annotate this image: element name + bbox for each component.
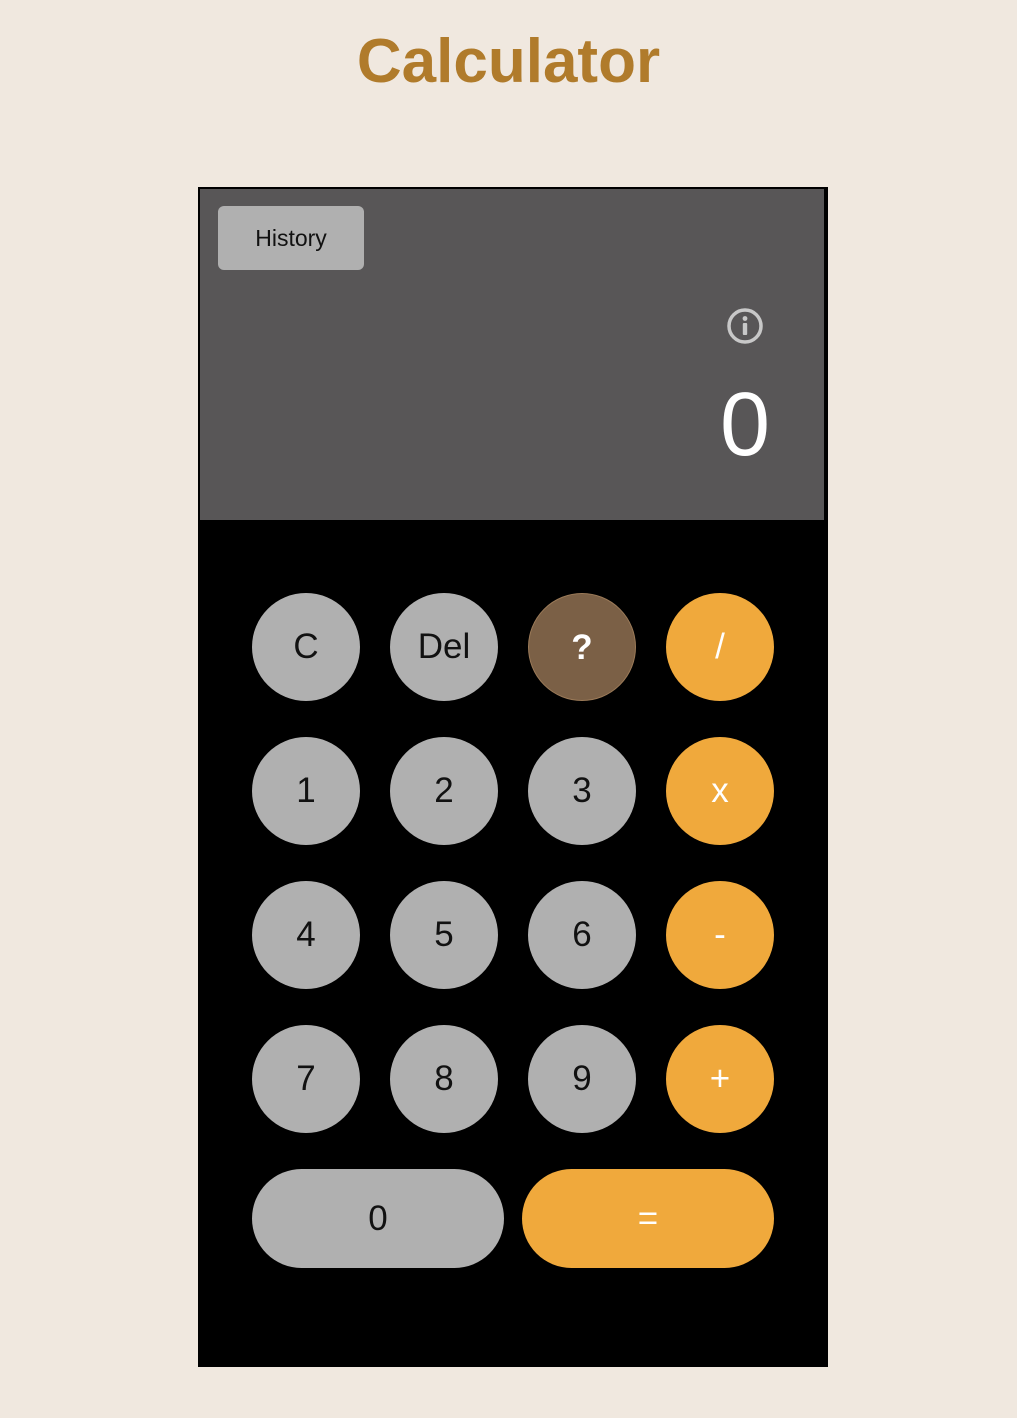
- digit-2-button[interactable]: 2: [390, 737, 498, 845]
- clear-button[interactable]: C: [252, 593, 360, 701]
- delete-button[interactable]: Del: [390, 593, 498, 701]
- digit-5-button[interactable]: 5: [390, 881, 498, 989]
- digit-7-button[interactable]: 7: [252, 1025, 360, 1133]
- display-value: 0: [719, 375, 770, 475]
- subtract-button[interactable]: -: [666, 881, 774, 989]
- calculator: History 0 C Del ? / 1 2 3 x 4 5 6 - 7 8 …: [198, 187, 828, 1367]
- equals-button[interactable]: =: [522, 1169, 774, 1268]
- digit-9-button[interactable]: 9: [528, 1025, 636, 1133]
- help-button[interactable]: ?: [528, 593, 636, 701]
- divide-button[interactable]: /: [666, 593, 774, 701]
- history-button[interactable]: History: [218, 206, 364, 270]
- digit-6-button[interactable]: 6: [528, 881, 636, 989]
- page-title: Calculator: [356, 27, 661, 96]
- digit-1-button[interactable]: 1: [252, 737, 360, 845]
- multiply-button[interactable]: x: [666, 737, 774, 845]
- info-icon[interactable]: [726, 307, 764, 345]
- add-button[interactable]: +: [666, 1025, 774, 1133]
- digit-3-button[interactable]: 3: [528, 737, 636, 845]
- display-panel: History 0: [200, 189, 824, 520]
- digit-4-button[interactable]: 4: [252, 881, 360, 989]
- digit-0-button[interactable]: 0: [252, 1169, 504, 1268]
- digit-8-button[interactable]: 8: [390, 1025, 498, 1133]
